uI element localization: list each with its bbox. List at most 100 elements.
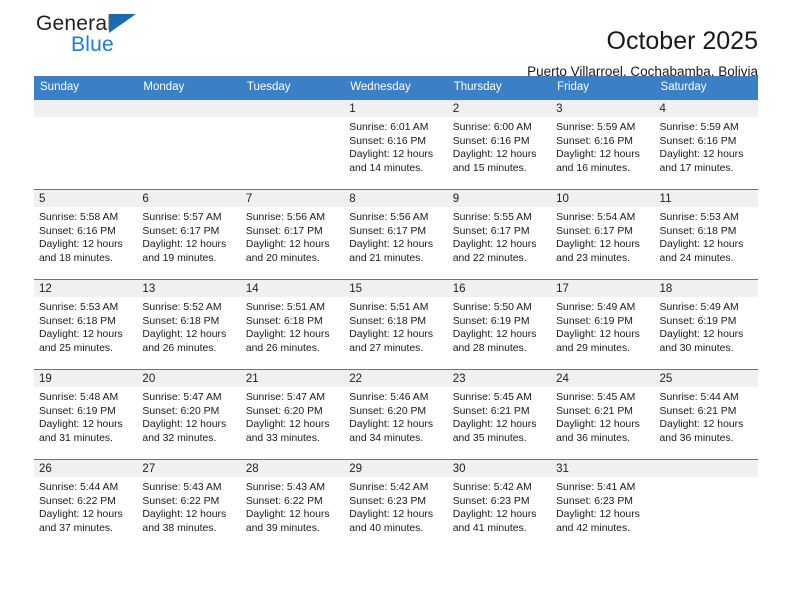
daylight-text-line2: and 34 minutes. bbox=[349, 432, 424, 444]
daylight-text-line2: and 36 minutes. bbox=[659, 432, 734, 444]
day-detail: Sunrise: 5:47 AM Sunset: 6:20 PM Daylight:… bbox=[241, 387, 344, 445]
day-detail: Sunrise: 5:45 AM Sunset: 6:21 PM Daylight:… bbox=[551, 387, 654, 445]
day-detail: Sunrise: 5:42 AM Sunset: 6:23 PM Daylight:… bbox=[344, 477, 447, 535]
generalblue-logo[interactable]: General Blue bbox=[36, 12, 216, 68]
day-number: 25 bbox=[654, 370, 758, 387]
sunset-text: Sunset: 6:23 PM bbox=[349, 495, 427, 507]
sunrise-text: Sunrise: 5:51 AM bbox=[245, 302, 325, 313]
calendar-day-cell[interactable]: 9 Sunrise: 5:55 AM Sunset: 6:17 PM Daylight… bbox=[447, 189, 552, 280]
calendar-day-cell[interactable]: 25 Sunrise: 5:44 AM Sunset: 6:21 PM Dayligh… bbox=[654, 369, 758, 460]
calendar-day-cell[interactable]: 17 Sunrise: 5:49 AM Sunset: 6:19 PM Dayligh… bbox=[551, 279, 655, 370]
day-cell-content: 17 Sunrise: 5:49 AM Sunset: 6:19 PM Dayligh… bbox=[551, 280, 655, 369]
calendar-day-cell[interactable]: 16 Sunrise: 5:50 AM Sunset: 6:19 PM Dayligh… bbox=[447, 279, 552, 370]
calendar-day-cell[interactable]: 27 Sunrise: 5:43 AM Sunset: 6:22 PM Dayligh… bbox=[137, 459, 241, 549]
calendar-week-row: 19 Sunrise: 5:48 AM Sunset: 6:19 PM Dayligh… bbox=[34, 369, 758, 460]
day-cell-content: 29 Sunrise: 5:42 AM Sunset: 6:23 PM Dayligh… bbox=[344, 460, 448, 549]
day-cell-content: 22 Sunrise: 5:46 AM Sunset: 6:20 PM Dayligh… bbox=[344, 370, 448, 459]
daylight-text-line2: and 42 minutes. bbox=[556, 522, 631, 534]
calendar-day-cell[interactable]: 5 Sunrise: 5:58 AM Sunset: 6:16 PM Daylight… bbox=[34, 189, 138, 280]
day-detail: Sunrise: 5:56 AM Sunset: 6:17 PM Daylight:… bbox=[344, 207, 447, 265]
sunrise-text: Sunrise: 5:49 AM bbox=[659, 302, 739, 313]
calendar-day-cell[interactable]: 19 Sunrise: 5:48 AM Sunset: 6:19 PM Dayligh… bbox=[34, 369, 138, 460]
sunrise-text: Sunrise: 5:58 AM bbox=[39, 212, 119, 223]
calendar-day-cell[interactable]: 18 Sunrise: 5:49 AM Sunset: 6:19 PM Dayligh… bbox=[654, 279, 758, 370]
calendar-week-row: 26 Sunrise: 5:44 AM Sunset: 6:22 PM Dayligh… bbox=[34, 459, 758, 549]
sunrise-text: Sunrise: 5:48 AM bbox=[39, 392, 119, 403]
calendar-day-cell bbox=[137, 99, 241, 190]
sunrise-text: Sunrise: 5:42 AM bbox=[452, 482, 532, 493]
calendar-day-cell[interactable]: 15 Sunrise: 5:51 AM Sunset: 6:18 PM Dayligh… bbox=[344, 279, 448, 370]
daylight-text-line2: and 29 minutes. bbox=[556, 342, 631, 354]
sunset-text: Sunset: 6:20 PM bbox=[245, 405, 323, 417]
daylight-text-line1: Daylight: 12 hours bbox=[142, 419, 227, 431]
calendar-day-cell[interactable]: 26 Sunrise: 5:44 AM Sunset: 6:22 PM Dayligh… bbox=[34, 459, 138, 549]
daylight-text-line2: and 28 minutes. bbox=[452, 342, 527, 354]
calendar-day-cell[interactable]: 14 Sunrise: 5:51 AM Sunset: 6:18 PM Dayligh… bbox=[240, 279, 345, 370]
day-cell-content bbox=[137, 100, 241, 189]
day-cell-content: 9 Sunrise: 5:55 AM Sunset: 6:17 PM Daylight… bbox=[447, 190, 552, 279]
calendar-day-cell[interactable]: 2 Sunrise: 6:00 AM Sunset: 6:16 PM Daylight… bbox=[447, 99, 552, 190]
calendar-day-cell[interactable]: 24 Sunrise: 5:45 AM Sunset: 6:21 PM Dayligh… bbox=[551, 369, 655, 460]
calendar-day-cell[interactable]: 28 Sunrise: 5:43 AM Sunset: 6:22 PM Dayligh… bbox=[240, 459, 345, 549]
logo-triangle-icon bbox=[109, 14, 136, 33]
day-cell-content: 2 Sunrise: 6:00 AM Sunset: 6:16 PM Daylight… bbox=[447, 100, 552, 189]
calendar-day-cell[interactable]: 3 Sunrise: 5:59 AM Sunset: 6:16 PM Daylight… bbox=[551, 99, 655, 190]
calendar-day-cell[interactable]: 22 Sunrise: 5:46 AM Sunset: 6:20 PM Dayligh… bbox=[344, 369, 448, 460]
daylight-text-line1: Daylight: 12 hours bbox=[659, 239, 744, 251]
sunrise-text: Sunrise: 5:55 AM bbox=[452, 212, 532, 223]
sunset-text: Sunset: 6:17 PM bbox=[452, 225, 530, 237]
calendar-day-cell[interactable]: 1 Sunrise: 6:01 AM Sunset: 6:16 PM Daylight… bbox=[344, 99, 448, 190]
daylight-text-line1: Daylight: 12 hours bbox=[556, 239, 640, 251]
calendar-day-cell[interactable]: 11 Sunrise: 5:53 AM Sunset: 6:18 PM Dayligh… bbox=[654, 189, 758, 280]
day-cell-content: 7 Sunrise: 5:56 AM Sunset: 6:17 PM Daylight… bbox=[240, 190, 345, 279]
day-detail: Sunrise: 5:57 AM Sunset: 6:17 PM Daylight:… bbox=[137, 207, 240, 265]
sunrise-text: Sunrise: 5:45 AM bbox=[452, 392, 532, 403]
day-cell-content bbox=[34, 100, 138, 189]
sunset-text: Sunset: 6:17 PM bbox=[349, 225, 427, 237]
sunrise-text: Sunrise: 5:56 AM bbox=[349, 212, 429, 223]
day-cell-content: 15 Sunrise: 5:51 AM Sunset: 6:18 PM Dayligh… bbox=[344, 280, 448, 369]
daylight-text-line2: and 38 minutes. bbox=[142, 522, 217, 534]
sunset-text: Sunset: 6:16 PM bbox=[39, 225, 116, 237]
daylight-text-line1: Daylight: 12 hours bbox=[556, 329, 640, 341]
sunset-text: Sunset: 6:21 PM bbox=[556, 405, 633, 417]
calendar-day-cell[interactable]: 12 Sunrise: 5:53 AM Sunset: 6:18 PM Dayligh… bbox=[34, 279, 138, 370]
daylight-text-line1: Daylight: 12 hours bbox=[245, 239, 330, 251]
calendar-day-cell[interactable]: 4 Sunrise: 5:59 AM Sunset: 6:16 PM Daylight… bbox=[654, 99, 758, 190]
sunset-text: Sunset: 6:18 PM bbox=[142, 315, 220, 327]
calendar-day-cell[interactable]: 10 Sunrise: 5:54 AM Sunset: 6:17 PM Dayligh… bbox=[551, 189, 655, 280]
day-number: 7 bbox=[240, 190, 345, 207]
title-block: October 2025 Puerto Villarroel, Cochabam… bbox=[527, 0, 758, 81]
calendar-day-cell[interactable]: 6 Sunrise: 5:57 AM Sunset: 6:17 PM Daylight… bbox=[137, 189, 241, 280]
sunset-text: Sunset: 6:21 PM bbox=[659, 405, 737, 417]
weekday-header-wednesday: Wednesday bbox=[350, 81, 411, 93]
calendar-day-cell[interactable]: 23 Sunrise: 5:45 AM Sunset: 6:21 PM Dayligh… bbox=[447, 369, 552, 460]
calendar-day-cell[interactable]: 31 Sunrise: 5:41 AM Sunset: 6:23 PM Dayligh… bbox=[551, 459, 655, 549]
day-detail: Sunrise: 5:56 AM Sunset: 6:17 PM Daylight:… bbox=[241, 207, 344, 265]
sunrise-text: Sunrise: 5:56 AM bbox=[245, 212, 325, 223]
sunset-text: Sunset: 6:22 PM bbox=[245, 495, 323, 507]
daylight-text-line2: and 26 minutes. bbox=[245, 342, 320, 354]
sunset-text: Sunset: 6:16 PM bbox=[349, 135, 427, 147]
calendar-day-cell[interactable]: 30 Sunrise: 5:42 AM Sunset: 6:23 PM Dayligh… bbox=[447, 459, 552, 549]
calendar-day-cell[interactable]: 20 Sunrise: 5:47 AM Sunset: 6:20 PM Dayligh… bbox=[137, 369, 241, 460]
sunrise-text: Sunrise: 6:01 AM bbox=[349, 122, 429, 133]
sunset-text: Sunset: 6:20 PM bbox=[349, 405, 427, 417]
sunset-text: Sunset: 6:19 PM bbox=[39, 405, 116, 417]
day-detail: Sunrise: 6:01 AM Sunset: 6:16 PM Daylight:… bbox=[344, 117, 447, 175]
calendar-day-cell[interactable]: 21 Sunrise: 5:47 AM Sunset: 6:20 PM Dayligh… bbox=[240, 369, 345, 460]
calendar-day-cell bbox=[654, 459, 758, 549]
sunrise-text: Sunrise: 5:52 AM bbox=[142, 302, 222, 313]
day-number: 29 bbox=[344, 460, 448, 477]
calendar-day-cell[interactable]: 7 Sunrise: 5:56 AM Sunset: 6:17 PM Daylight… bbox=[240, 189, 345, 280]
calendar-day-cell[interactable]: 13 Sunrise: 5:52 AM Sunset: 6:18 PM Dayligh… bbox=[137, 279, 241, 370]
calendar-day-cell[interactable]: 29 Sunrise: 5:42 AM Sunset: 6:23 PM Dayligh… bbox=[344, 459, 448, 549]
daylight-text-line1: Daylight: 12 hours bbox=[245, 329, 330, 341]
daylight-text-line1: Daylight: 12 hours bbox=[349, 419, 434, 431]
calendar-day-cell bbox=[240, 99, 345, 190]
day-cell-content: 25 Sunrise: 5:44 AM Sunset: 6:21 PM Dayligh… bbox=[654, 370, 758, 459]
calendar-day-cell[interactable]: 8 Sunrise: 5:56 AM Sunset: 6:17 PM Daylight… bbox=[344, 189, 448, 280]
day-cell-content: 21 Sunrise: 5:47 AM Sunset: 6:20 PM Dayligh… bbox=[240, 370, 345, 459]
sunset-text: Sunset: 6:19 PM bbox=[556, 315, 633, 327]
day-detail: Sunrise: 5:59 AM Sunset: 6:16 PM Daylight:… bbox=[655, 117, 758, 175]
